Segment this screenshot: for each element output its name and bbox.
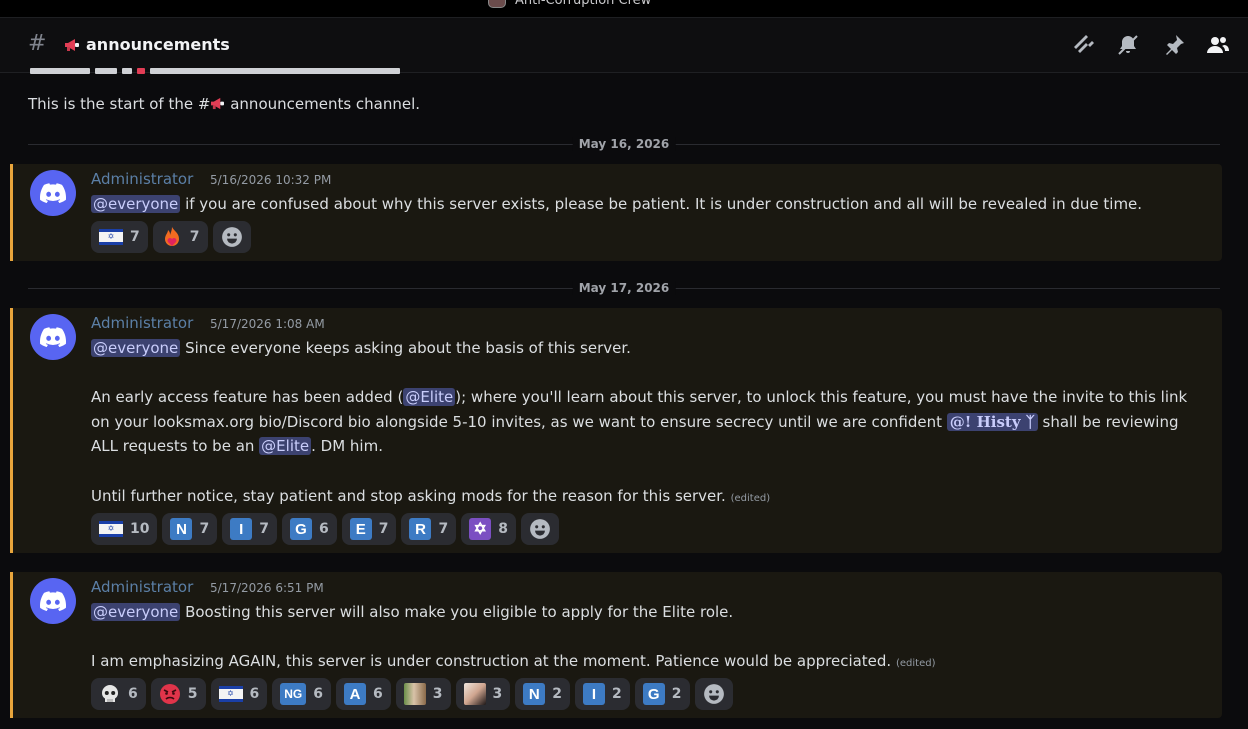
regional-g-icon: G xyxy=(642,683,665,705)
reaction-letter-g[interactable]: G 6 xyxy=(281,513,337,545)
reaction-letter-i[interactable]: I 2 xyxy=(575,678,630,710)
reaction-custom-photo-2[interactable]: 3 xyxy=(455,678,511,710)
megaphone-icon xyxy=(210,97,225,110)
add-reaction-button[interactable] xyxy=(520,513,559,545)
flag-israel-icon: ✡ xyxy=(99,521,123,537)
discord-logo-icon xyxy=(40,327,66,347)
reaction-flag-israel[interactable]: ✡ 7 xyxy=(91,221,148,253)
regional-n-icon: N xyxy=(170,518,193,540)
pin-icon[interactable] xyxy=(1162,33,1186,57)
reaction-bar: ✡ 7 7 xyxy=(91,221,251,253)
channel-start-text: This is the start of the # announcements… xyxy=(28,95,421,113)
reaction-letter-n[interactable]: N 2 xyxy=(515,678,570,710)
reaction-star-of-david[interactable]: ✡ 8 xyxy=(461,513,516,545)
date-divider: May 16, 2026 xyxy=(28,137,1220,151)
message-list[interactable]: This is the start of the # announcements… xyxy=(0,68,1248,729)
reaction-letter-e[interactable]: E 7 xyxy=(341,513,397,545)
smile-icon xyxy=(529,518,551,540)
add-reaction-button[interactable] xyxy=(212,221,251,253)
flag-israel-icon: ✡ xyxy=(99,229,123,245)
reaction-custom-photo-1[interactable]: 3 xyxy=(395,678,451,710)
members-icon[interactable] xyxy=(1206,33,1230,57)
reaction-skull[interactable]: 6 xyxy=(91,678,146,710)
regional-g-icon: G xyxy=(289,518,312,540)
regional-e-icon: E xyxy=(349,518,372,540)
message-timestamp: 5/17/2026 6:51 PM xyxy=(210,581,324,595)
regional-ng-icon: NG xyxy=(280,683,307,705)
server-icon xyxy=(488,0,506,8)
smile-icon xyxy=(221,226,243,248)
reaction-bar: ✡ 10 N 7 I 7 G 6 E 7 R 7 ✡ 8 xyxy=(91,513,559,545)
avatar[interactable] xyxy=(30,314,76,360)
custom-emoji-photo-icon xyxy=(403,683,426,705)
message-author[interactable]: Administrator xyxy=(91,170,193,188)
regional-r-icon: R xyxy=(409,518,432,540)
megaphone-icon xyxy=(64,38,80,52)
regional-a-icon: A xyxy=(344,683,366,705)
angry-face-icon xyxy=(159,684,180,704)
message-content: @everyone if you are confused about why … xyxy=(91,195,1143,213)
discord-logo-icon xyxy=(40,183,66,203)
message-content: @everyone Boosting this server will also… xyxy=(91,603,936,671)
channel-welcome-heading xyxy=(30,59,560,77)
server-name: Anti-Corruption Crew xyxy=(515,0,652,8)
add-reaction-button[interactable] xyxy=(694,678,733,710)
edited-label: (edited) xyxy=(895,658,936,670)
reaction-letter-ng[interactable]: NG 6 xyxy=(272,678,331,710)
edited-label: (edited) xyxy=(730,492,771,504)
reaction-flag-israel[interactable]: ✡ 6 xyxy=(210,678,268,710)
reaction-letter-n[interactable]: N 7 xyxy=(162,513,218,545)
reaction-letter-g[interactable]: G 2 xyxy=(634,678,690,710)
reaction-angry-face[interactable]: 5 xyxy=(150,678,206,710)
everyone-mention[interactable]: @everyone xyxy=(91,603,181,621)
star-of-david-icon: ✡ xyxy=(469,518,492,540)
channel-name: announcements xyxy=(86,35,230,54)
window-titlebar: Anti-Corruption Crew xyxy=(0,0,1248,18)
date-divider: May 17, 2026 xyxy=(28,281,1220,295)
hashtag-icon: # xyxy=(28,31,47,56)
message-timestamp: 5/16/2026 10:32 PM xyxy=(210,173,332,187)
everyone-mention[interactable]: @everyone xyxy=(91,339,181,357)
reaction-letter-r[interactable]: R 7 xyxy=(401,513,457,545)
discord-logo-icon xyxy=(40,591,66,611)
message-author[interactable]: Administrator xyxy=(91,314,193,332)
message-item[interactable]: Administrator 5/17/2026 6:51 PM @everyon… xyxy=(10,572,1222,718)
regional-n-icon: N xyxy=(523,683,546,705)
message-timestamp: 5/17/2026 1:08 AM xyxy=(210,317,325,331)
reaction-fire-heart[interactable]: 7 xyxy=(152,221,208,253)
avatar[interactable] xyxy=(30,578,76,624)
avatar[interactable] xyxy=(30,170,76,216)
role-mention-elite[interactable]: @Elite xyxy=(259,437,312,456)
fire-heart-icon xyxy=(164,227,179,246)
skull-icon xyxy=(102,685,118,702)
reaction-letter-i[interactable]: I 7 xyxy=(222,513,277,545)
message-item[interactable]: Administrator 5/17/2026 1:08 AM @everyon… xyxy=(10,308,1222,553)
everyone-mention[interactable]: @everyone xyxy=(91,195,181,213)
regional-i-icon: I xyxy=(230,518,253,540)
smile-icon xyxy=(703,683,725,705)
mute-icon[interactable] xyxy=(1116,33,1140,57)
threads-icon[interactable] xyxy=(1071,33,1095,57)
role-mention-elite[interactable]: @Elite xyxy=(403,388,456,407)
reaction-bar: 6 5 ✡ 6 NG 6 A 6 3 3 N 2 I 2 G 2 xyxy=(91,678,733,710)
flag-israel-icon: ✡ xyxy=(218,686,243,702)
reaction-flag-israel[interactable]: ✡ 10 xyxy=(91,513,158,545)
message-content: @everyone Since everyone keeps asking ab… xyxy=(91,339,1188,505)
user-mention-histy[interactable]: @! Histy ᛉ xyxy=(946,412,1038,431)
message-author[interactable]: Administrator xyxy=(91,578,193,596)
custom-emoji-photo-icon xyxy=(463,683,486,705)
regional-i-icon: I xyxy=(583,683,605,705)
message-item[interactable]: Administrator 5/16/2026 10:32 PM @everyo… xyxy=(10,164,1222,261)
reaction-letter-a[interactable]: A 6 xyxy=(336,678,391,710)
